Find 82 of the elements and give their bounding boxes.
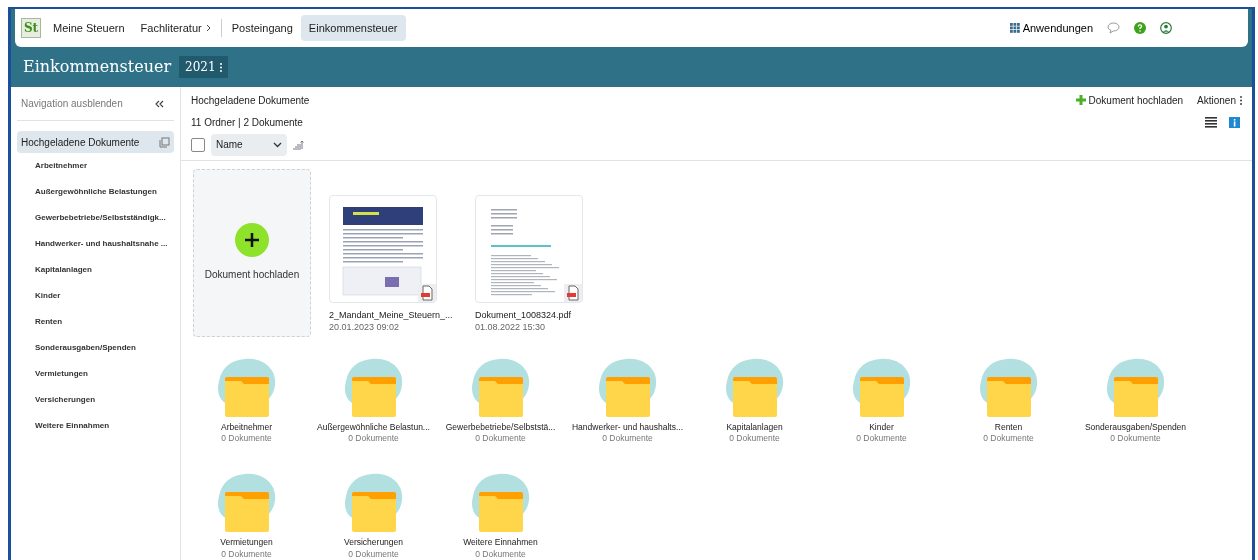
breadcrumb: Hochgeladene Dokumente xyxy=(191,93,310,108)
chevron-down-icon xyxy=(273,141,282,148)
folder-name: Außergewöhnliche Belastun... xyxy=(317,420,430,434)
upload-document-button[interactable]: Dokument hochladen xyxy=(1075,92,1184,108)
folder-tile[interactable]: Arbeitnehmer 0 Dokumente xyxy=(183,356,310,445)
sidebar-item[interactable]: Versicherungen xyxy=(17,387,178,413)
document-count: 0 Dokumente xyxy=(475,433,526,445)
sort-direction-icon[interactable] xyxy=(293,139,304,150)
sidebar-item[interactable]: Weitere Einnahmen xyxy=(17,413,178,439)
sort-dropdown[interactable]: Name xyxy=(211,133,287,156)
document-count: 0 Dokumente xyxy=(602,433,653,445)
sidebar-item[interactable]: Außergewöhnliche Belastungen xyxy=(17,179,178,205)
folder-tile[interactable]: Handwerker- und haushalts... 0 Dokumente xyxy=(564,356,691,445)
folder-tile[interactable]: Sonderausgaben/Spenden 0 Dokumente xyxy=(1072,356,1199,445)
nav-tab[interactable]: Einkommensteuer xyxy=(300,15,406,41)
document-thumbnail[interactable] xyxy=(329,194,437,303)
copy-icon xyxy=(159,136,170,148)
folder-tile[interactable]: Weitere Einnahmen 0 Dokumente xyxy=(437,472,564,560)
document-count: 0 Dokumente xyxy=(1110,433,1161,445)
list-view-icon[interactable] xyxy=(1205,116,1217,128)
select-all-checkbox[interactable] xyxy=(191,137,205,152)
sidebar-item[interactable]: Handwerker- und haushaltsnahe ... xyxy=(17,231,178,257)
document-count: 0 Dokumente xyxy=(348,433,399,445)
sidebar-item[interactable]: Arbeitnehmer xyxy=(17,153,178,179)
chat-icon[interactable] xyxy=(1107,22,1120,34)
upload-document-tile[interactable]: Dokument hochladen xyxy=(193,168,311,337)
folder-name: Renten xyxy=(994,420,1023,434)
nav-tab[interactable]: Posteingang xyxy=(223,15,301,41)
document-count: 0 Dokumente xyxy=(475,549,526,560)
sidebar-item[interactable]: Gewerbebetriebe/Selbstständigk... xyxy=(17,205,178,231)
nav-tab[interactable]: Fachliteratur xyxy=(132,15,219,41)
chevron-icon xyxy=(205,24,211,32)
sidebar-item[interactable]: Renten xyxy=(17,309,178,335)
collapse-icon[interactable] xyxy=(155,99,164,108)
sidebar-item[interactable]: Kinder xyxy=(17,283,178,309)
folder-tile[interactable]: Versicherungen 0 Dokumente xyxy=(310,472,437,560)
page-title: Einkommensteuer xyxy=(23,56,172,78)
year-selector[interactable]: 2021 xyxy=(179,56,228,78)
user-icon[interactable] xyxy=(1160,22,1172,34)
document-count: 0 Dokumente xyxy=(729,433,780,445)
document-count: 0 Dokumente xyxy=(221,549,272,560)
pdf-file-icon xyxy=(566,284,580,301)
sidebar-item[interactable]: Vermietungen xyxy=(17,361,178,387)
plus-icon xyxy=(235,223,269,257)
folder-tile[interactable]: Kapitalanlagen 0 Dokumente xyxy=(691,356,818,445)
document-date: 01.08.2022 15:30 xyxy=(475,320,547,334)
actions-menu-button[interactable]: Aktionen xyxy=(1197,92,1242,108)
document-count: 0 Dokumente xyxy=(983,433,1034,445)
plus-icon xyxy=(1075,95,1086,106)
folder-name: Sonderausgaben/Spenden xyxy=(1084,420,1187,434)
document-count: 0 Dokumente xyxy=(348,549,399,560)
document-date: 20.01.2023 09:02 xyxy=(329,320,401,334)
folder-name: Kinder xyxy=(869,420,894,434)
item-count: 11 Ordner | 2 Dokumente xyxy=(191,115,303,130)
folder-name: Weitere Einnahmen xyxy=(463,536,538,549)
applications-button[interactable]: Anwendungen xyxy=(1009,19,1093,37)
document-count: 0 Dokumente xyxy=(856,433,907,445)
folder-name: Handwerker- und haushalts... xyxy=(572,420,683,434)
folder-tile[interactable]: Renten 0 Dokumente xyxy=(945,356,1072,445)
folder-tile[interactable]: Kinder 0 Dokumente xyxy=(818,356,945,445)
sidebar-item[interactable]: Hochgeladene Dokumente xyxy=(17,131,174,153)
info-icon[interactable] xyxy=(1229,116,1240,128)
folder-name: Arbeitnehmer xyxy=(221,420,272,434)
document-name[interactable]: Dokument_1008324.pdf xyxy=(475,308,572,321)
folder-tile[interactable]: Vermietungen 0 Dokumente xyxy=(183,472,310,560)
folder-tile[interactable]: Außergewöhnliche Belastun... 0 Dokumente xyxy=(310,356,437,445)
help-icon[interactable] xyxy=(1134,22,1146,34)
sidebar-item[interactable]: Kapitalanlagen xyxy=(17,257,178,283)
hide-navigation-link[interactable]: Navigation ausblenden xyxy=(21,96,123,111)
document-count: 0 Dokumente xyxy=(221,433,272,445)
folder-name: Gewerbebetriebe/Selbststä... xyxy=(445,420,556,434)
pdf-file-icon xyxy=(420,284,434,301)
folder-name: Vermietungen xyxy=(220,536,273,549)
more-icon xyxy=(219,62,222,72)
grid-icon xyxy=(1009,23,1020,33)
folder-name: Versicherungen xyxy=(343,536,404,549)
sidebar-item[interactable]: Sonderausgaben/Spenden xyxy=(17,335,178,361)
folder-tile[interactable]: Gewerbebetriebe/Selbststä... 0 Dokumente xyxy=(437,356,564,445)
document-thumbnail[interactable] xyxy=(475,194,583,303)
nav-tab[interactable]: Meine Steuern xyxy=(45,15,133,41)
document-name[interactable]: 2_Mandant_Meine_Steuern_... xyxy=(329,308,453,321)
folder-name: Kapitalanlagen xyxy=(726,420,783,434)
